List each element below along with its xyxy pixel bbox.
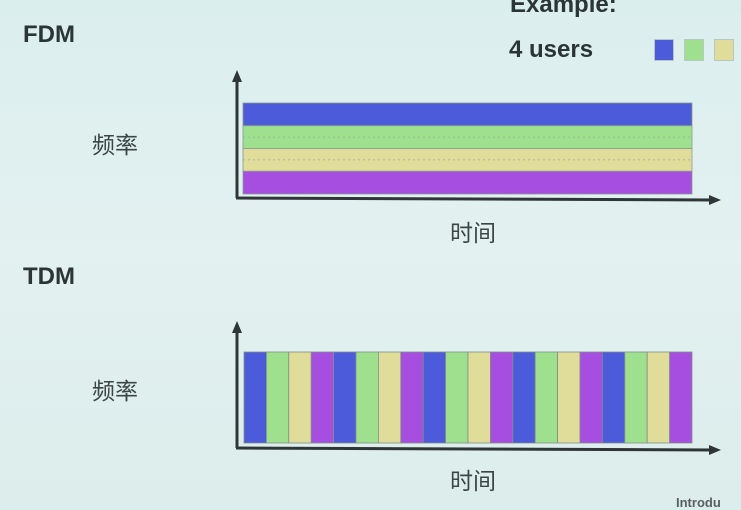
tdm-slot xyxy=(534,351,559,444)
tdm-x-axis xyxy=(235,446,713,452)
tdm-slot xyxy=(489,351,514,444)
tdm-slot xyxy=(669,351,693,444)
tdm-y-axis-arrow xyxy=(232,321,242,333)
tdm-slot xyxy=(445,351,469,444)
footer-text: Introdu xyxy=(676,495,721,510)
tdm-slots xyxy=(243,351,693,444)
tdm-slot xyxy=(400,351,424,444)
tdm-slot xyxy=(422,351,447,444)
tdm-slot xyxy=(467,351,491,444)
tdm-x-axis-arrow xyxy=(709,445,721,455)
tdm-slot xyxy=(310,351,335,444)
tdm-slot xyxy=(557,351,581,444)
tdm-slot xyxy=(243,351,267,444)
tdm-slot xyxy=(288,351,312,444)
tdm-slot xyxy=(602,351,626,444)
tdm-slot xyxy=(355,351,379,444)
tdm-slot xyxy=(579,351,603,444)
tdm-slot xyxy=(512,351,536,444)
tdm-slot xyxy=(646,351,671,444)
tdm-slot xyxy=(265,351,290,444)
tdm-slot xyxy=(624,351,648,444)
tdm-slot xyxy=(377,351,402,444)
tdm-slot xyxy=(333,351,357,444)
tdm-diagram xyxy=(232,321,721,455)
